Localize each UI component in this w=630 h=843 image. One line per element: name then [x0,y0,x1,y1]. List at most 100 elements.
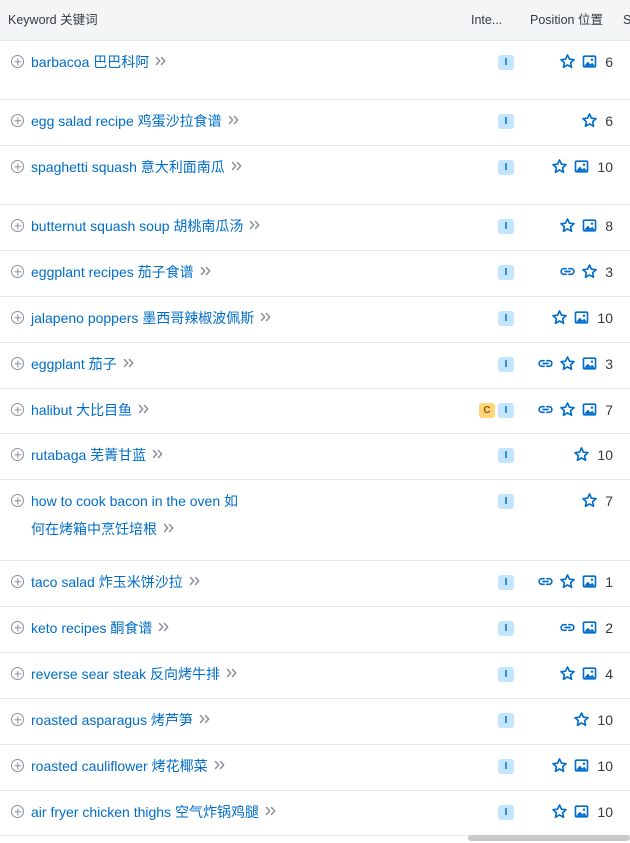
star-icon [551,803,568,820]
image-icon [581,401,598,418]
keyword-link[interactable]: spaghetti squash 意大利面南瓜 [31,159,225,175]
add-circle-icon[interactable] [11,265,24,278]
add-circle-icon[interactable] [11,219,24,232]
position-value: 10 [597,309,613,326]
position-cell: 10 [551,757,613,774]
add-circle-icon[interactable] [11,448,24,461]
table-row: egg salad recipe 鸡蛋沙拉食谱 I 6 [0,100,630,146]
intent-cell: I [498,713,514,728]
keyword-link[interactable]: rutabaga 芜菁甘蓝 [31,447,146,463]
star-icon [559,355,576,372]
position-value: 6 [605,112,613,129]
add-circle-icon[interactable] [11,759,24,772]
intent-cell: I [498,357,514,372]
add-circle-icon[interactable] [11,805,24,818]
position-cell: 6 [559,53,613,70]
keyword-link[interactable]: roasted cauliflower 烤花椰菜 [31,758,208,774]
keyword-link[interactable]: reverse sear steak 反向烤牛排 [31,666,220,682]
double-chevron-right-icon[interactable] [200,262,212,280]
table-row: roasted cauliflower 烤花椰菜 I 10 [0,745,630,791]
double-chevron-right-icon[interactable] [138,400,150,418]
table-row: keto recipes 酮食谱 I 2 [0,607,630,653]
keyword-link[interactable]: butternut squash soup 胡桃南瓜汤 [31,218,243,234]
table-row: roasted asparagus 烤芦笋 I 10 [0,699,630,745]
add-circle-icon[interactable] [11,357,24,370]
keyword-cell: roasted cauliflower 烤花椰菜 [31,757,451,776]
keyword-link[interactable]: egg salad recipe 鸡蛋沙拉食谱 [31,113,222,129]
position-value: 10 [597,711,613,728]
image-icon [573,803,590,820]
keyword-link[interactable]: roasted asparagus 烤芦笋 [31,712,193,728]
position-cell: 10 [551,309,613,326]
position-cell: 6 [581,112,613,129]
star-icon [581,492,598,509]
position-cell: 10 [573,446,613,463]
informational-intent-badge: I [498,114,514,129]
position-cell: 2 [559,619,613,636]
double-chevron-right-icon[interactable] [231,157,243,175]
table-header: Keyword 关键词 Inte... Position 位置 S [0,0,630,41]
image-icon [581,665,598,682]
add-circle-icon[interactable] [11,667,24,680]
keyword-link[interactable]: how to cook bacon in the oven 如何在烤箱中烹饪培根 [31,493,238,537]
add-circle-icon[interactable] [11,713,24,726]
keyword-cell: jalapeno poppers 墨西哥辣椒波佩斯 [31,309,451,328]
double-chevron-right-icon[interactable] [152,445,164,463]
informational-intent-badge: I [498,805,514,820]
table-row: spaghetti squash 意大利面南瓜 I 10 [0,146,630,205]
column-header-search-volume[interactable]: S [623,0,630,40]
star-icon [551,757,568,774]
double-chevron-right-icon[interactable] [189,572,201,590]
keyword-link[interactable]: jalapeno poppers 墨西哥辣椒波佩斯 [31,310,254,326]
position-value: 7 [605,492,613,509]
double-chevron-right-icon[interactable] [265,802,277,820]
image-icon [581,619,598,636]
column-header-position[interactable]: Position 位置 [530,0,603,40]
position-cell: 7 [537,401,613,418]
keyword-link[interactable]: keto recipes 酮食谱 [31,620,152,636]
star-icon [581,263,598,280]
double-chevron-right-icon[interactable] [199,710,211,728]
double-chevron-right-icon[interactable] [123,354,135,372]
double-chevron-right-icon[interactable] [214,756,226,774]
add-circle-icon[interactable] [11,114,24,127]
informational-intent-badge: I [498,713,514,728]
add-circle-icon[interactable] [11,403,24,416]
keyword-cell: taco salad 炸玉米饼沙拉 [31,573,451,592]
double-chevron-right-icon[interactable] [249,216,261,234]
column-header-keyword[interactable]: Keyword 关键词 [8,0,98,40]
add-circle-icon[interactable] [11,494,24,507]
intent-cell: I [498,621,514,636]
add-circle-icon[interactable] [11,311,24,324]
column-header-intent[interactable]: Inte... [471,0,502,40]
keyword-link[interactable]: air fryer chicken thighs 空气炸锅鸡腿 [31,804,259,820]
add-circle-icon[interactable] [11,575,24,588]
double-chevron-right-icon[interactable] [260,308,272,326]
double-chevron-right-icon[interactable] [158,618,170,636]
horizontal-scrollbar[interactable] [468,835,630,841]
position-value: 2 [605,619,613,636]
add-circle-icon[interactable] [11,621,24,634]
add-circle-icon[interactable] [11,55,24,68]
keyword-cell: eggplant 茄子 [31,355,451,374]
position-cell: 8 [559,217,613,234]
link-icon [559,263,576,280]
keyword-link[interactable]: eggplant recipes 茄子食谱 [31,264,194,280]
keyword-cell: how to cook bacon in the oven 如何在烤箱中烹饪培根 [31,487,246,544]
table-row: eggplant 茄子 I 3 [0,343,630,389]
keyword-link[interactable]: barbacoa 巴巴科阿 [31,54,149,70]
keyword-cell: rutabaga 芜菁甘蓝 [31,446,451,465]
position-value: 3 [605,355,613,372]
position-cell: 7 [581,492,613,509]
add-circle-icon[interactable] [11,160,24,173]
keyword-link[interactable]: halibut 大比目鱼 [31,402,132,418]
double-chevron-right-icon[interactable] [163,514,175,542]
keyword-link[interactable]: taco salad 炸玉米饼沙拉 [31,574,183,590]
table-row: butternut squash soup 胡桃南瓜汤 I 8 [0,205,630,251]
keyword-link[interactable]: eggplant 茄子 [31,356,117,372]
double-chevron-right-icon[interactable] [155,52,167,70]
double-chevron-right-icon[interactable] [226,664,238,682]
intent-cell: I [498,160,514,175]
intent-cell: I [498,759,514,774]
double-chevron-right-icon[interactable] [228,111,240,129]
